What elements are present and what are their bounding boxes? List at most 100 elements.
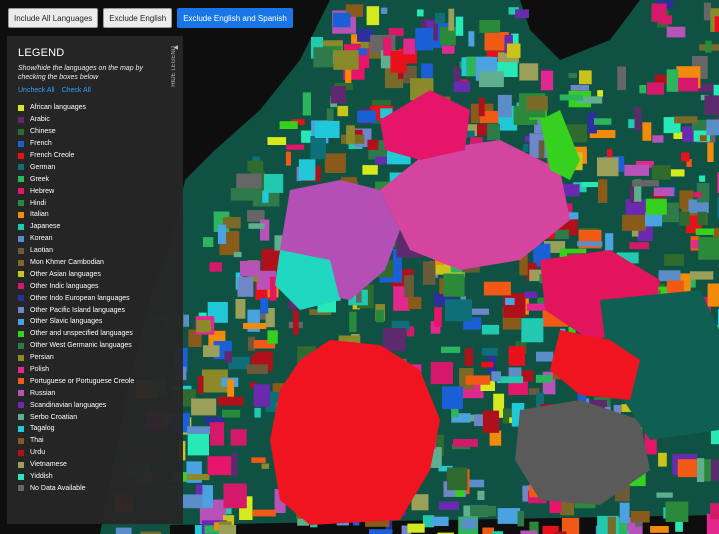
legend-item[interactable]: Mon Khmer Cambodian — [18, 257, 173, 269]
legend-item[interactable]: Russian — [18, 387, 173, 399]
legend-item[interactable]: Hebrew — [18, 185, 173, 197]
legend-item[interactable]: Chinese — [18, 126, 173, 138]
legend-item-label: Thai — [30, 437, 44, 445]
legend-item[interactable]: French — [18, 138, 173, 150]
legend-item-label: French Creole — [30, 152, 75, 159]
legend-item[interactable]: Thai — [18, 435, 173, 447]
legend-item[interactable]: Other Asian languages — [18, 268, 173, 280]
hide-legend-toggle[interactable]: HIDE LEGEND — [171, 46, 181, 87]
tract — [441, 346, 461, 353]
uncheck-all-link[interactable]: Uncheck All — [18, 87, 55, 94]
tract — [223, 483, 247, 509]
tract — [267, 137, 287, 145]
tract — [505, 297, 515, 305]
tract — [252, 509, 276, 517]
tract — [652, 135, 664, 143]
legend-item-label: Russian — [30, 389, 56, 397]
legend-swatch — [18, 449, 24, 456]
tract — [706, 119, 719, 136]
tract — [477, 490, 485, 500]
check-all-link[interactable]: Check All — [62, 87, 91, 94]
legend-swatch — [18, 140, 24, 147]
legend-panel: ◀ HIDE LEGEND LEGEND Show/hide the langu… — [7, 36, 183, 524]
tract — [240, 260, 261, 277]
legend-item[interactable]: Portuguese or Portuguese Creole — [18, 375, 173, 387]
legend-item[interactable]: Other and unspecified languages — [18, 328, 173, 340]
tract — [443, 273, 465, 297]
legend-item-label: French — [30, 140, 52, 148]
tract — [521, 318, 544, 343]
tract — [624, 164, 649, 176]
tract — [674, 116, 698, 124]
exclude-english-button[interactable]: Exclude English — [103, 8, 173, 28]
tract — [707, 141, 714, 162]
legend-item[interactable]: Greek — [18, 173, 173, 185]
legend-item-label: Other Slavic languages — [30, 318, 103, 326]
tract — [464, 348, 473, 367]
tract — [442, 45, 455, 54]
legend-item-label: Persian — [30, 354, 54, 362]
tract — [524, 291, 538, 299]
legend-item[interactable]: Serbo Croatian — [18, 411, 173, 423]
legend-item[interactable]: Laotian — [18, 245, 173, 257]
legend-swatch — [18, 485, 24, 492]
language-filter-toolbar: Include All Languages Exclude English Ex… — [8, 8, 293, 28]
legend-item[interactable]: Scandinavian languages — [18, 399, 173, 411]
legend-swatch — [18, 259, 24, 266]
include-all-languages-button[interactable]: Include All Languages — [8, 8, 99, 28]
tract — [404, 275, 414, 298]
tract — [570, 85, 589, 91]
legend-swatch — [18, 283, 24, 290]
tract — [380, 7, 388, 14]
tract — [479, 20, 501, 33]
tract — [203, 345, 220, 357]
tract — [658, 270, 681, 282]
tract — [699, 175, 706, 182]
legend-item[interactable]: Other Pacific Island languages — [18, 304, 173, 316]
tract — [670, 169, 685, 177]
tract — [262, 190, 269, 203]
legend-item[interactable]: Urdu — [18, 447, 173, 459]
legend-item[interactable]: Vietnamese — [18, 459, 173, 471]
legend-item[interactable]: Other Slavic languages — [18, 316, 173, 328]
tract — [581, 182, 599, 187]
tract — [698, 237, 719, 260]
legend-item[interactable]: German — [18, 161, 173, 173]
legend-subtitle: Show/hide the languages on the map by ch… — [18, 65, 143, 81]
tract — [538, 140, 545, 159]
legend-item-label: Scandinavian languages — [30, 401, 107, 409]
tract — [314, 120, 340, 138]
legend-item[interactable]: French Creole — [18, 150, 173, 162]
legend-item[interactable]: African languages — [18, 102, 173, 114]
tract — [666, 26, 686, 38]
tract — [656, 492, 673, 498]
legend-item[interactable]: No Data Available — [18, 483, 173, 495]
legend-item[interactable]: Hindi — [18, 197, 173, 209]
legend-item[interactable]: Italian — [18, 209, 173, 221]
legend-item[interactable]: Korean — [18, 233, 173, 245]
tract — [417, 9, 424, 17]
legend-item[interactable]: Arabic — [18, 114, 173, 126]
tract — [263, 174, 284, 193]
tract — [554, 229, 569, 240]
legend-item[interactable]: Yiddish — [18, 471, 173, 483]
legend-item[interactable]: Other Indic languages — [18, 280, 173, 292]
tract — [639, 85, 647, 94]
exclude-english-and-spanish-button[interactable]: Exclude English and Spanish — [177, 8, 293, 28]
tract — [230, 429, 247, 446]
legend-item[interactable]: Japanese — [18, 221, 173, 233]
legend-item[interactable]: Other Indo European languages — [18, 292, 173, 304]
legend-item[interactable]: Polish — [18, 364, 173, 376]
legend-item[interactable]: Tagalog — [18, 423, 173, 435]
legend-item-label: Serbo Croatian — [30, 413, 78, 421]
tract — [362, 165, 378, 175]
legend-item[interactable]: Other West Germanic languages — [18, 340, 173, 352]
tract — [298, 159, 316, 181]
tract — [324, 153, 346, 173]
tract — [251, 457, 266, 463]
tract — [482, 410, 500, 433]
legend-item[interactable]: Persian — [18, 352, 173, 364]
tract — [207, 456, 232, 476]
legend-item-label: Yiddish — [30, 473, 53, 481]
legend-item-label: Portuguese or Portuguese Creole — [30, 377, 135, 385]
